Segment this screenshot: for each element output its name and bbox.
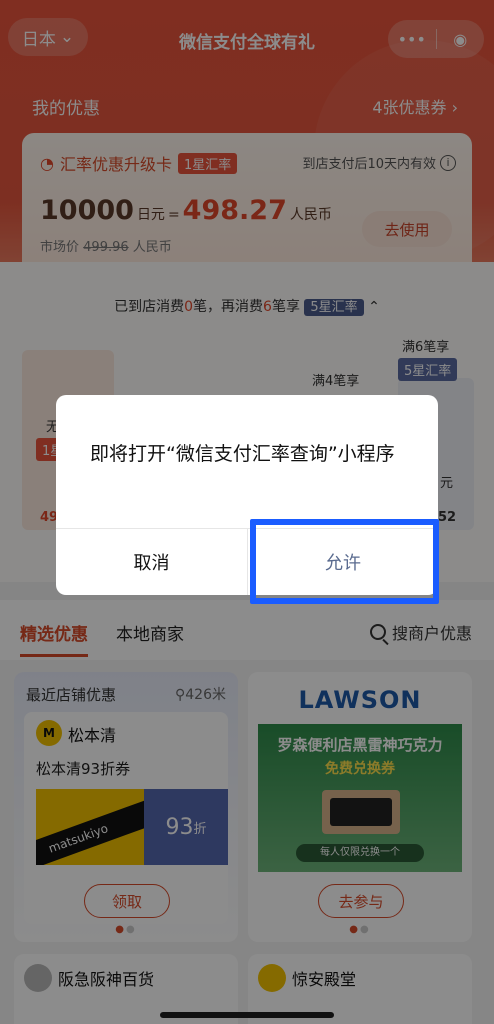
page: 日本 ⌄ 微信支付全球有礼 ••• ◉ 我的优惠 4张优惠券 › ◔ 汇率优惠升… <box>0 0 494 1024</box>
dialog-message: 即将打开“微信支付汇率查询”小程序 <box>90 443 395 465</box>
open-mini-program-dialog: 即将打开“微信支付汇率查询”小程序 取消 允许 <box>56 395 438 595</box>
allow-button[interactable]: 允许 <box>248 528 438 595</box>
home-indicator <box>160 1012 334 1018</box>
cancel-button[interactable]: 取消 <box>56 528 247 595</box>
